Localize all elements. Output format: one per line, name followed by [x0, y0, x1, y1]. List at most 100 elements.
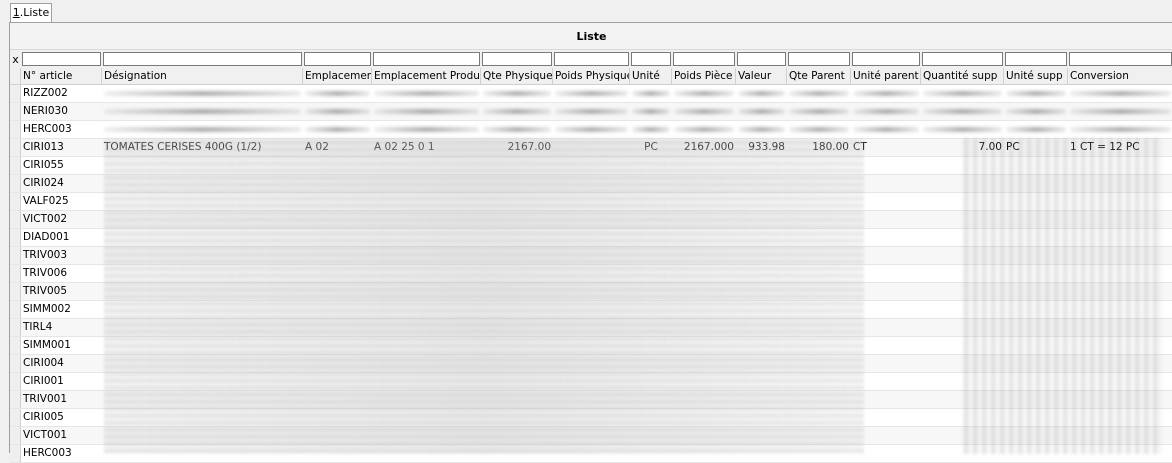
col-emplacement-cell [303, 319, 372, 336]
table-row[interactable]: VALF025 [10, 193, 1172, 211]
col-unite-supp-cell [1004, 211, 1068, 228]
table-row[interactable]: DIAD001 [10, 229, 1172, 247]
redacted-value [923, 91, 1002, 96]
row-selector[interactable] [10, 445, 21, 462]
col-article-filter-input[interactable] [22, 51, 101, 66]
col-emplacement-header[interactable]: Emplacement [303, 68, 372, 84]
row-selector[interactable] [10, 85, 21, 102]
col-unite-parent-cell: CT [853, 141, 867, 153]
table-row[interactable]: CIRI055 [10, 157, 1172, 175]
row-selector[interactable] [10, 391, 21, 408]
table-row[interactable]: NERI030 [10, 103, 1172, 121]
col-emplacement-produit-filter-input[interactable] [373, 51, 480, 66]
col-emplacement-produit-header[interactable]: Emplacement Produit [372, 68, 481, 84]
table-row[interactable]: HERC003 [10, 121, 1172, 139]
col-poids-piece-filter-input[interactable] [673, 51, 735, 66]
col-unite-parent-header[interactable]: Unité parent [851, 68, 921, 84]
row-selector[interactable] [10, 373, 21, 390]
col-conversion-filter-input[interactable] [1069, 51, 1172, 66]
row-selector[interactable] [10, 211, 21, 228]
row-selector[interactable] [10, 193, 21, 210]
row-selector[interactable] [10, 121, 21, 138]
col-designation-header[interactable]: Désignation [102, 68, 303, 84]
row-selector[interactable] [10, 265, 21, 282]
col-qte-physique-header[interactable]: Qte Physique [481, 68, 553, 84]
table-row[interactable]: CIRI013 TOMATES CERISES 400G (1/2) A 02 A 0… [10, 139, 1172, 157]
col-unite-supp-cell [1004, 319, 1068, 336]
table-row[interactable]: CIRI001 [10, 373, 1172, 391]
row-selector[interactable] [10, 337, 21, 354]
col-emplacement-produit-cell: A 02 25 0 1 [374, 141, 435, 153]
col-poids-physique-filter-input[interactable] [554, 51, 629, 66]
col-poids-physique-header[interactable]: Poids Physique [553, 68, 630, 84]
table-row[interactable]: VICT002 [10, 211, 1172, 229]
col-quantite-supp-cell [921, 409, 1004, 426]
col-conversion-cell [1068, 301, 1172, 318]
row-selector[interactable] [10, 283, 21, 300]
col-designation-filter-input[interactable] [103, 51, 302, 66]
col-unite-supp-header[interactable]: Unité supp [1004, 68, 1068, 84]
col-article-header[interactable]: N° article [21, 68, 102, 84]
table-row[interactable]: CIRI004 [10, 355, 1172, 373]
col-unite-parent-filter-input[interactable] [852, 51, 920, 66]
table-row[interactable]: CIRI005 [10, 409, 1172, 427]
col-unite-supp-cell [1004, 193, 1068, 210]
col-unite-parent-cell [851, 445, 921, 462]
row-selector[interactable] [10, 301, 21, 318]
col-qte-physique-cell: 2167.00 [507, 141, 551, 153]
row-selector[interactable] [10, 409, 21, 426]
table-row[interactable]: CIRI024 [10, 175, 1172, 193]
col-article-cell: RIZZ002 [23, 87, 68, 99]
row-selector[interactable] [10, 103, 21, 120]
redacted-value [738, 109, 785, 114]
table-row[interactable]: HERC003 [10, 445, 1172, 463]
col-poids-piece-cell [672, 265, 736, 282]
table-row[interactable]: SIMM001 [10, 337, 1172, 355]
col-qte-parent-header[interactable]: Qte Parent [787, 68, 851, 84]
clear-filter-button[interactable]: x [10, 50, 21, 68]
col-unite-parent-cell [851, 193, 921, 210]
col-poids-physique-cell [553, 211, 630, 228]
table-row[interactable]: TIRL4 [10, 319, 1172, 337]
col-unite-header[interactable]: Unité [630, 68, 672, 84]
col-valeur-filter-input[interactable] [737, 51, 786, 66]
row-selector[interactable] [10, 427, 21, 444]
col-unite-filter-input[interactable] [631, 51, 671, 66]
table-row[interactable]: SIMM002 [10, 301, 1172, 319]
row-selector[interactable] [10, 247, 21, 264]
col-valeur-cell [736, 391, 787, 408]
col-conversion-header[interactable]: Conversion [1068, 68, 1172, 84]
col-designation-cell [102, 355, 303, 372]
col-designation-cell [102, 265, 303, 282]
col-valeur-header[interactable]: Valeur [736, 68, 787, 84]
tab-liste[interactable]: 1.Liste [10, 3, 52, 22]
col-qte-physique-filter-input[interactable] [482, 51, 552, 66]
table-row[interactable]: VICT001 [10, 427, 1172, 445]
row-selector[interactable] [10, 175, 21, 192]
redacted-value [305, 109, 370, 114]
col-emplacement-filter-input[interactable] [304, 51, 371, 66]
col-unite-parent-cell [851, 175, 921, 192]
row-selector[interactable] [10, 229, 21, 246]
table-row[interactable]: TRIV005 [10, 283, 1172, 301]
col-poids-physique-cell [553, 409, 630, 426]
col-unite-supp-filter-input[interactable] [1005, 51, 1067, 66]
col-unite-parent-cell [851, 265, 921, 282]
col-quantite-supp-header[interactable]: Quantité supp [921, 68, 1004, 84]
col-poids-piece-cell [672, 445, 736, 462]
table-row[interactable]: RIZZ002 [10, 85, 1172, 103]
row-selector[interactable] [10, 139, 21, 156]
row-selector[interactable] [10, 355, 21, 372]
table-row[interactable]: TRIV003 [10, 247, 1172, 265]
col-article-cell: CIRI055 [23, 159, 64, 171]
col-unite-cell [630, 373, 672, 390]
col-designation-cell [102, 427, 303, 444]
table-row[interactable]: TRIV006 [10, 265, 1172, 283]
col-conversion-cell [1068, 427, 1172, 444]
table-row[interactable]: TRIV001 [10, 391, 1172, 409]
row-selector[interactable] [10, 319, 21, 336]
col-poids-piece-header[interactable]: Poids Pièce [672, 68, 736, 84]
row-selector[interactable] [10, 157, 21, 174]
col-qte-parent-filter-input[interactable] [788, 51, 850, 66]
col-quantite-supp-filter-input[interactable] [922, 51, 1003, 66]
